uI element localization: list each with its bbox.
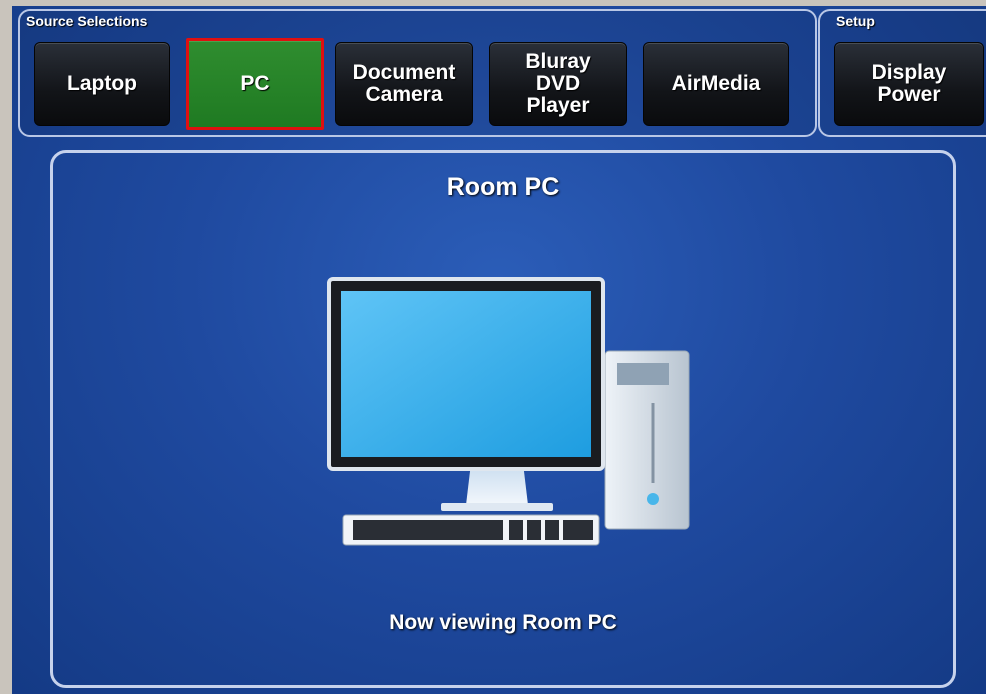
page-title: Room PC [446,173,560,201]
laptop-button-label: Laptop [67,72,137,95]
display-power-button-label: Display Power [871,61,947,106]
laptop-button[interactable]: Laptop [34,42,170,126]
pc-button[interactable]: PC [186,38,324,130]
display-power-button[interactable]: Display Power [834,42,984,126]
document-camera-button[interactable]: Document Camera [335,42,473,126]
airmedia-button[interactable]: AirMedia [643,42,789,126]
status-text: Now viewing Room PC [389,611,617,634]
touch-panel: Source Selections Laptop PC Document Cam… [12,6,986,694]
setup-title: Setup [836,13,875,29]
bluray-dvd-player-button-label: Bluray DVD Player [525,50,591,117]
source-selections-title: Source Selections [26,13,148,29]
pc-button-label: PC [240,72,270,95]
airmedia-button-label: AirMedia [671,72,761,95]
bluray-dvd-player-button[interactable]: Bluray DVD Player [489,42,627,126]
source-selections-group: Source Selections Laptop PC Document Cam… [18,9,817,137]
document-camera-button-label: Document Camera [352,61,456,106]
setup-group: Setup Display Power [818,9,986,137]
source-display-area: Room PC Now viewing Room PC [50,150,956,688]
desktop-computer-icon [327,277,690,546]
